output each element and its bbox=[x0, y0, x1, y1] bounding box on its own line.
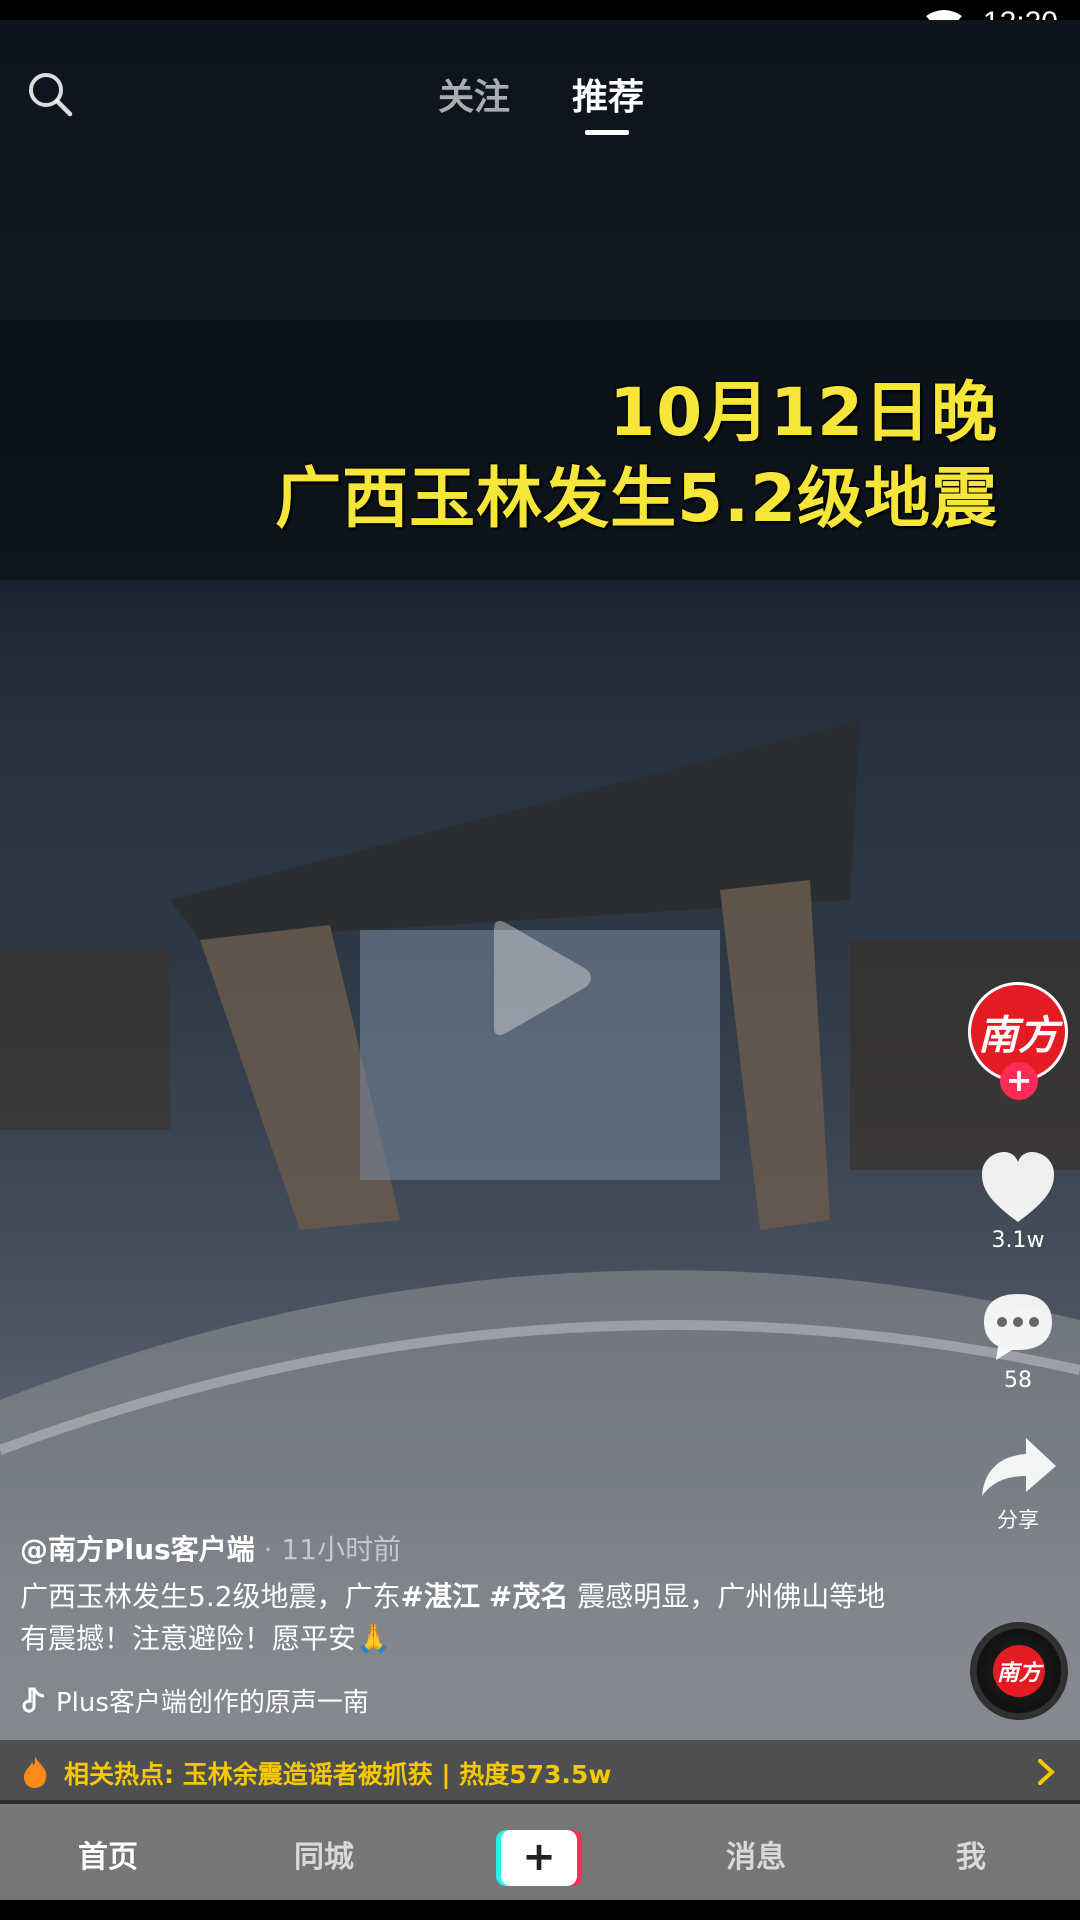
author-name[interactable]: @南方Plus客户端 bbox=[20, 1533, 255, 1566]
nav-nearby[interactable]: 同城 bbox=[294, 1832, 354, 1876]
system-gesture-bar bbox=[0, 1900, 1080, 1920]
plus-icon: + bbox=[501, 1830, 577, 1886]
hot-topic-text: 相关热点: 玉林余震造谣者被抓获 | 热度573.5w bbox=[64, 1760, 612, 1789]
author-line: @南方Plus客户端 · 11小时前 bbox=[20, 1528, 401, 1568]
like-count: 3.1w bbox=[991, 1228, 1045, 1253]
top-nav: 关注 推荐 bbox=[0, 46, 1080, 146]
record-logo: 南方 bbox=[993, 1645, 1045, 1697]
comment-icon[interactable] bbox=[968, 1290, 1068, 1364]
bottom-nav: 首页 同城 + 消息 我 bbox=[0, 1804, 1080, 1900]
hashtag-zhanjiang[interactable]: #湛江 bbox=[401, 1580, 480, 1613]
hashtag-maoming[interactable]: #茂名 bbox=[489, 1580, 568, 1613]
follow-button[interactable]: + bbox=[1000, 1062, 1038, 1100]
video-caption: 10月12日晚 广西玉林发生5.2级地震 bbox=[275, 370, 998, 542]
post-description: 广西玉林发生5.2级地震，广东#湛江 #茂名 震感明显，广州佛山等地有震撼！注意… bbox=[20, 1576, 900, 1660]
active-tab-indicator bbox=[585, 130, 629, 135]
music-note-icon bbox=[22, 1687, 45, 1713]
play-icon[interactable] bbox=[486, 915, 596, 1041]
music-info[interactable]: Plus客户端创作的原声一南 bbox=[20, 1682, 380, 1719]
tab-follow[interactable]: 关注 bbox=[438, 68, 510, 120]
heart-icon[interactable] bbox=[968, 1148, 1068, 1228]
music-record[interactable]: 南方 bbox=[970, 1622, 1068, 1720]
desc-text-1: 广西玉林发生5.2级地震，广东 bbox=[20, 1580, 401, 1613]
caption-line-2: 广西玉林发生5.2级地震 bbox=[275, 460, 998, 537]
caption-line-1: 10月12日晚 bbox=[609, 374, 998, 451]
chevron-right-icon bbox=[1038, 1759, 1055, 1785]
nav-messages[interactable]: 消息 bbox=[726, 1832, 786, 1876]
flame-icon bbox=[24, 1756, 47, 1788]
create-button[interactable]: + bbox=[496, 1830, 582, 1886]
share-icon[interactable] bbox=[968, 1434, 1068, 1500]
nav-home[interactable]: 首页 bbox=[78, 1832, 138, 1876]
music-title: Plus客户端创作的原声一南 bbox=[56, 1688, 369, 1718]
post-time: · 11小时前 bbox=[254, 1533, 402, 1566]
avatar-logo-text: 南方 bbox=[978, 1012, 1058, 1059]
search-icon[interactable] bbox=[26, 70, 74, 118]
comment-count: 58 bbox=[1004, 1368, 1032, 1393]
hot-topic-banner[interactable]: 相关热点: 玉林余震造谣者被抓获 | 热度573.5w bbox=[0, 1740, 1080, 1804]
tab-recommend[interactable]: 推荐 bbox=[572, 68, 644, 120]
nav-me[interactable]: 我 bbox=[956, 1832, 986, 1876]
share-label: 分享 bbox=[997, 1508, 1039, 1532]
